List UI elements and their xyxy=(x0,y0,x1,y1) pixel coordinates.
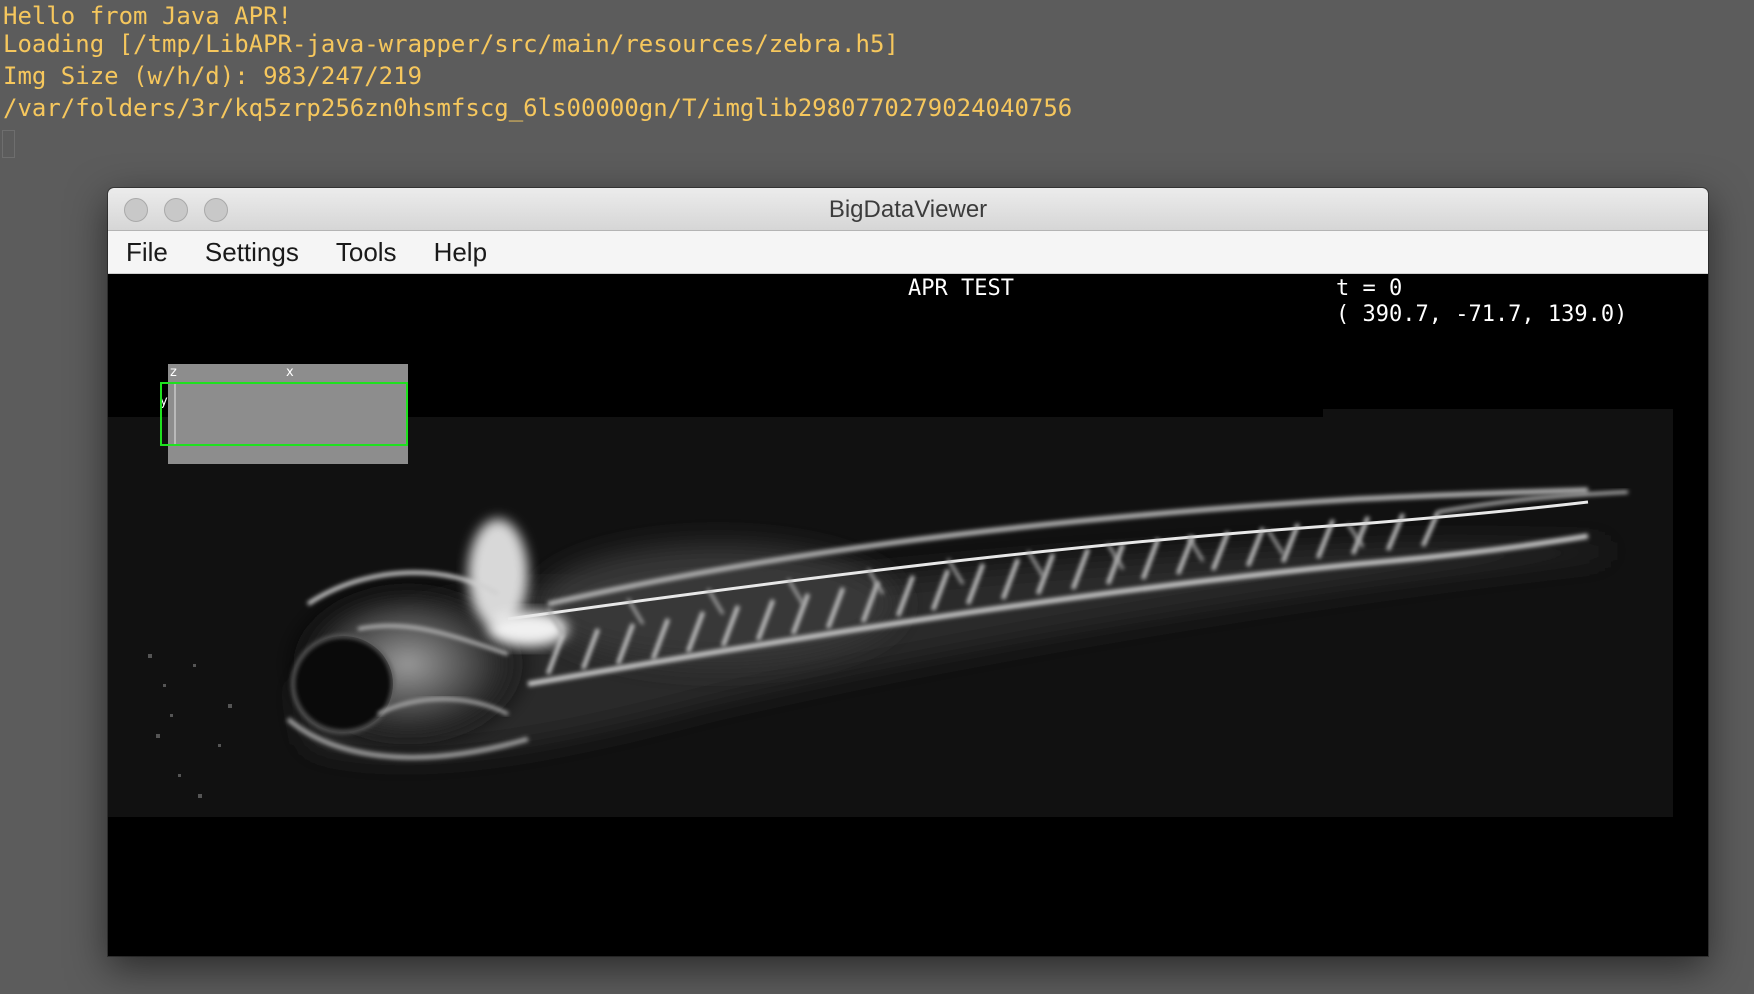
bounding-box-overlay: z x y xyxy=(160,364,408,464)
mouse-coordinates-label: ( 390.7, -71.7, 139.0) xyxy=(1336,302,1628,327)
window-title: BigDataViewer xyxy=(828,196,988,223)
terminal-line-4: /var/folders/3r/kq5zrp256zn0hsmfscg_6ls0… xyxy=(3,94,1073,122)
menu-settings[interactable]: Settings xyxy=(205,237,299,268)
view-region-outline xyxy=(160,382,408,446)
bigdataviewer-window: BigDataViewer File Settings Tools Help A… xyxy=(108,188,1708,956)
viewer-canvas[interactable]: APR TEST t = 0 ( 390.7, -71.7, 139.0) z … xyxy=(108,274,1708,956)
axis-label-z: z xyxy=(170,365,177,380)
source-name-label: APR TEST xyxy=(908,276,1014,301)
menu-tools[interactable]: Tools xyxy=(336,237,397,268)
menu-help[interactable]: Help xyxy=(434,237,487,268)
terminal-cursor[interactable] xyxy=(2,130,15,158)
terminal-line-2: Loading [/tmp/LibAPR-java-wrapper/src/ma… xyxy=(3,30,899,58)
menu-bar: File Settings Tools Help xyxy=(108,231,1708,274)
axis-label-x: x xyxy=(286,365,294,380)
window-titlebar[interactable]: BigDataViewer xyxy=(108,188,1708,231)
menu-file[interactable]: File xyxy=(126,237,168,268)
timepoint-label: t = 0 xyxy=(1336,276,1403,301)
terminal-line-3: Img Size (w/h/d): 983/247/219 xyxy=(3,62,423,90)
